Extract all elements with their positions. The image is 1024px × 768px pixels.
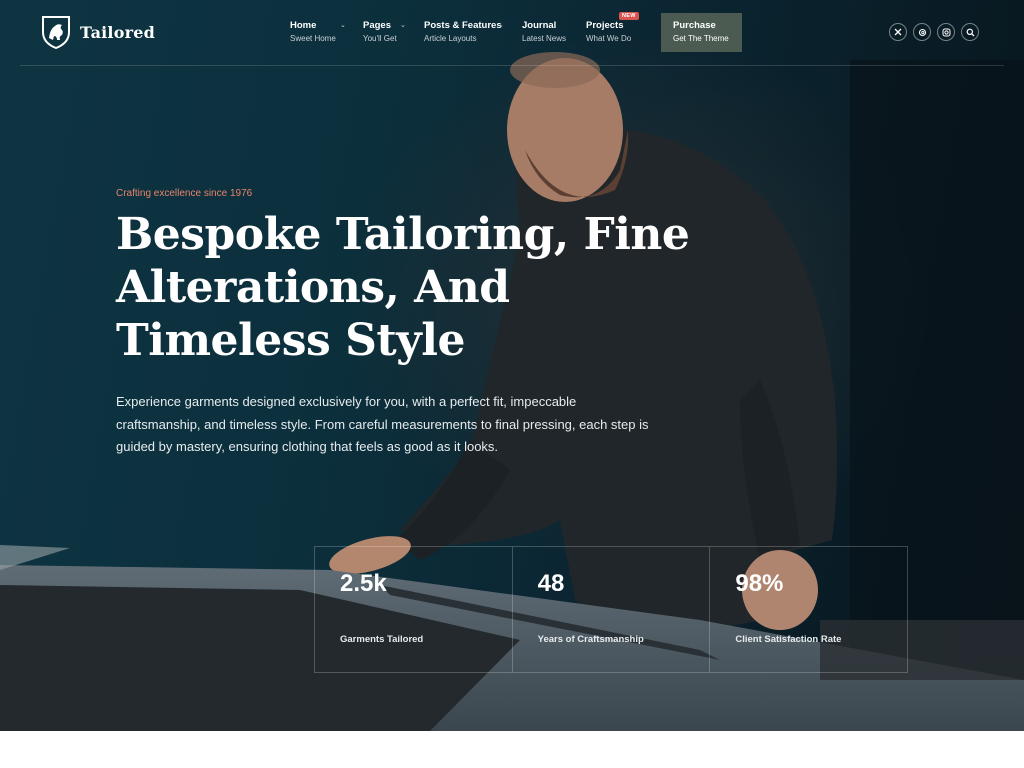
next-section: [0, 731, 1024, 768]
brand-name: Tailored: [80, 22, 155, 42]
chevron-down-icon: ⌄: [498, 22, 504, 29]
instagram-icon[interactable]: [937, 23, 955, 41]
nav-subtitle: Article Layouts: [424, 34, 477, 43]
stats-panel: 2.5k Garments Tailored 48 Years of Craft…: [314, 546, 908, 673]
hero-intro: Experience garments designed exclusively…: [116, 394, 649, 454]
stat-label: Garments Tailored: [340, 634, 424, 645]
chevron-down-icon: ⌄: [400, 22, 406, 29]
hero-section: Tailored Home Sweet Home ⌄ Pages You'll …: [0, 0, 1024, 731]
chevron-down-icon: ⌄: [340, 22, 346, 29]
stat-value: 48: [537, 570, 565, 597]
nav-title: Pages: [363, 20, 391, 31]
brand-logo[interactable]: Tailored: [40, 14, 155, 50]
purchase-button[interactable]: Purchase Get The Theme: [661, 13, 742, 52]
nav-subtitle: Sweet Home: [290, 34, 336, 43]
header-divider: [20, 65, 1004, 66]
nav-subtitle: What We Do: [586, 34, 632, 43]
hero-eyebrow: Crafting excellence since 1976: [116, 188, 253, 199]
search-icon[interactable]: [961, 23, 979, 41]
nav-item-posts-features[interactable]: Posts & Features Article Layouts ⌄: [424, 20, 504, 45]
hero-headline: Bespoke Tailoring, Fine Alterations, And…: [116, 209, 690, 366]
nav-item-home[interactable]: Home Sweet Home ⌄: [290, 20, 346, 45]
nav-title: Journal: [522, 20, 557, 31]
new-badge: NEW: [619, 12, 639, 20]
stat-label: Years of Craftsmanship: [537, 634, 644, 645]
stat-card: 48 Years of Craftsmanship: [513, 547, 711, 672]
stat-value: 2.5k: [340, 570, 387, 597]
nav-item-projects[interactable]: NEW Projects What We Do: [586, 12, 639, 45]
nav-item-journal[interactable]: Journal Latest News: [522, 20, 566, 45]
lion-shield-icon: [42, 16, 70, 50]
threads-icon[interactable]: [913, 23, 931, 41]
stat-card: 2.5k Garments Tailored: [315, 547, 513, 672]
stat-label: Client Satisfaction Rate: [735, 634, 842, 645]
x-icon[interactable]: [889, 23, 907, 41]
nav-subtitle: Latest News: [522, 34, 567, 43]
nav-item-pages[interactable]: Pages You'll Get ⌄: [363, 20, 406, 45]
stat-value: 98%: [735, 570, 784, 597]
purchase-subtitle: Get The Theme: [673, 34, 729, 43]
stat-card: 98% Client Satisfaction Rate: [710, 547, 907, 672]
nav-title: Projects: [586, 20, 624, 31]
nav-subtitle: You'll Get: [363, 34, 397, 43]
site-header: Tailored Home Sweet Home ⌄ Pages You'll …: [0, 0, 1024, 66]
nav-title: Posts & Features: [424, 20, 502, 31]
purchase-title: Purchase: [673, 20, 716, 31]
nav-title: Home: [290, 20, 317, 31]
